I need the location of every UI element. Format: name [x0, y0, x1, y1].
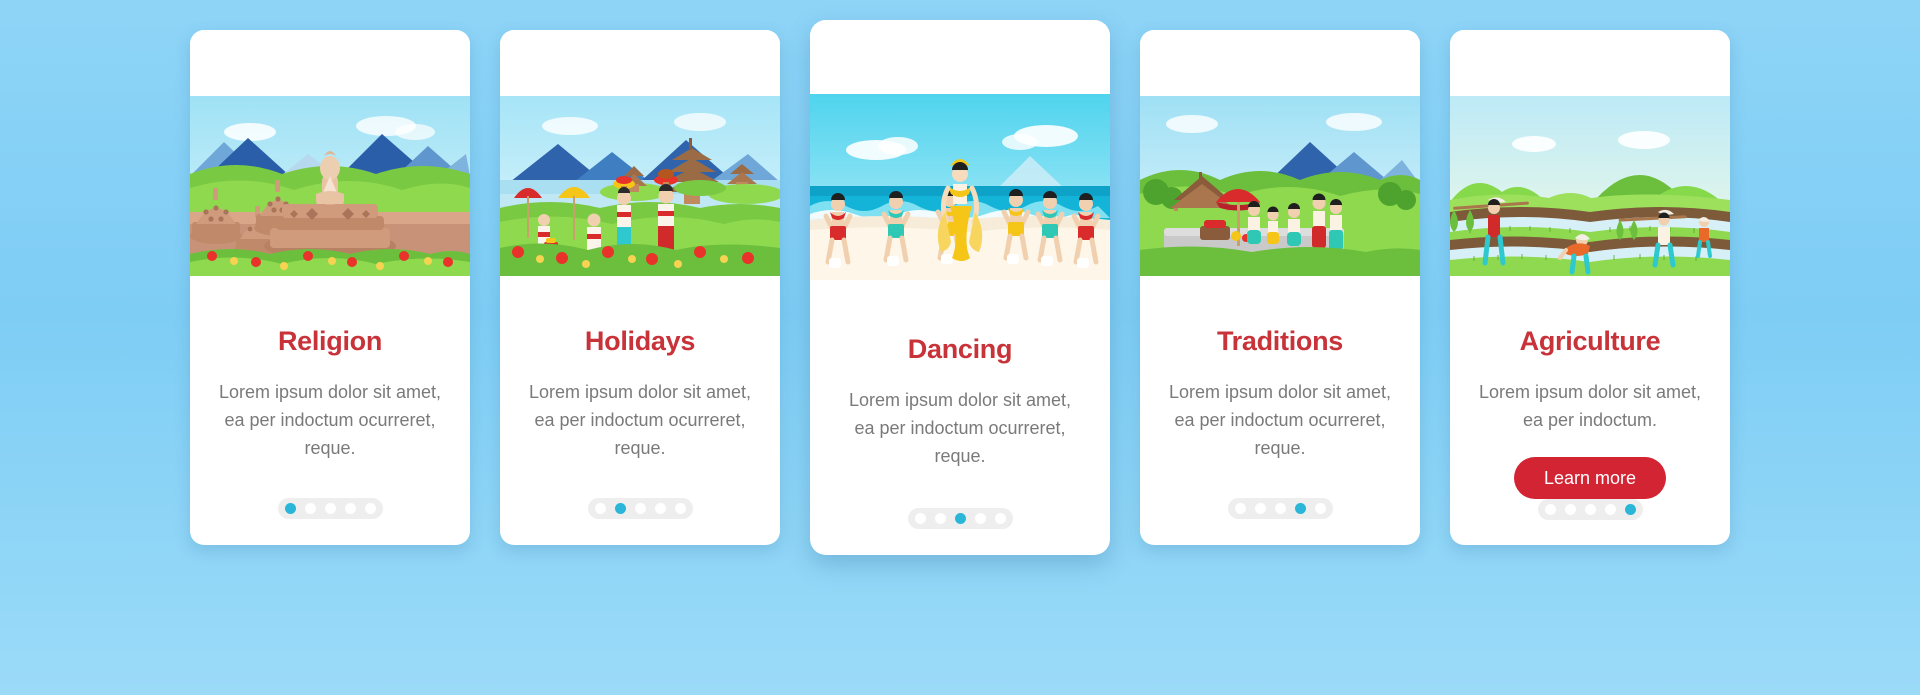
card-body: Dancing Lorem ipsum dolor sit amet, ea p…	[810, 280, 1110, 508]
onboarding-card-traditions[interactable]: Traditions Lorem ipsum dolor sit amet, e…	[1140, 30, 1420, 545]
pager-container	[810, 508, 1110, 529]
pager-dot[interactable]	[324, 503, 336, 514]
pager-dot[interactable]	[1274, 503, 1286, 514]
pager-dot[interactable]	[284, 503, 296, 514]
pagination-dots[interactable]	[587, 498, 693, 519]
pagination-dots[interactable]	[1537, 498, 1643, 520]
illustration-beach-kecak-dancers	[810, 94, 1110, 280]
card-status-bar	[810, 20, 1110, 94]
card-title: Traditions	[1216, 326, 1343, 356]
pager-dot[interactable]	[1234, 503, 1246, 514]
card-body: Agriculture Lorem ipsum dolor sit amet, …	[1450, 276, 1730, 499]
card-title: Religion	[277, 326, 383, 356]
pager-dot[interactable]	[1294, 503, 1306, 514]
pager-container	[1140, 498, 1420, 519]
pager-dot[interactable]	[1604, 503, 1616, 515]
illustration-village-ceremony-pavilion	[1140, 96, 1420, 276]
pager-dot[interactable]	[344, 503, 356, 514]
card-status-bar	[190, 30, 470, 96]
card-carousel: Religion Lorem ipsum dolor sit amet, ea …	[0, 0, 1920, 695]
pager-dot[interactable]	[614, 503, 626, 514]
pager-dot[interactable]	[914, 513, 926, 524]
pager-dot[interactable]	[304, 503, 316, 514]
pagination-dots[interactable]	[277, 498, 383, 519]
pager-dot[interactable]	[654, 503, 666, 514]
pager-container	[1450, 498, 1730, 520]
card-body: Holidays Lorem ipsum dolor sit amet, ea …	[500, 276, 780, 498]
pager-dot[interactable]	[1624, 503, 1636, 515]
pager-dot[interactable]	[364, 503, 376, 514]
pager-dot[interactable]	[1544, 503, 1556, 515]
card-title: Agriculture	[1519, 326, 1661, 356]
onboarding-card-agriculture[interactable]: Agriculture Lorem ipsum dolor sit amet, …	[1450, 30, 1730, 545]
pager-dot[interactable]	[594, 503, 606, 514]
onboarding-card-religion[interactable]: Religion Lorem ipsum dolor sit amet, ea …	[190, 30, 470, 545]
pager-dot[interactable]	[1314, 503, 1326, 514]
pager-dot[interactable]	[994, 513, 1006, 524]
illustration-balinese-procession-lake-temple	[500, 96, 780, 276]
illustration-borobudur-temple-buddha-stupas	[190, 96, 470, 276]
pager-container	[190, 498, 470, 519]
onboarding-screens-stage: Religion Lorem ipsum dolor sit amet, ea …	[0, 0, 1920, 695]
pager-dot[interactable]	[974, 513, 986, 524]
learn-more-button[interactable]: Learn more	[1513, 456, 1667, 499]
pagination-dots[interactable]	[1227, 498, 1333, 519]
card-title: Holidays	[584, 326, 696, 356]
card-description: Lorem ipsum dolor sit amet, ea per indoc…	[1168, 382, 1392, 458]
pager-dot[interactable]	[934, 513, 946, 524]
pager-dot[interactable]	[1254, 503, 1266, 514]
pager-dot[interactable]	[1564, 503, 1576, 515]
card-description: Lorem ipsum dolor sit amet, ea per indoc…	[1478, 382, 1702, 430]
pagination-dots[interactable]	[907, 508, 1013, 529]
onboarding-card-holidays[interactable]: Holidays Lorem ipsum dolor sit amet, ea …	[500, 30, 780, 545]
pager-container	[500, 498, 780, 519]
pager-dot[interactable]	[674, 503, 686, 514]
pager-dot[interactable]	[1584, 503, 1596, 515]
card-description: Lorem ipsum dolor sit amet, ea per indoc…	[218, 382, 442, 458]
card-description: Lorem ipsum dolor sit amet, ea per indoc…	[528, 382, 752, 458]
card-description: Lorem ipsum dolor sit amet, ea per indoc…	[848, 390, 1072, 466]
card-status-bar	[1450, 30, 1730, 96]
card-status-bar	[500, 30, 780, 96]
illustration-rice-terrace-farmers	[1450, 96, 1730, 276]
card-status-bar	[1140, 30, 1420, 96]
pager-dot[interactable]	[634, 503, 646, 514]
onboarding-card-dancing[interactable]: Dancing Lorem ipsum dolor sit amet, ea p…	[810, 20, 1110, 555]
pager-dot[interactable]	[954, 513, 966, 524]
card-body: Religion Lorem ipsum dolor sit amet, ea …	[190, 276, 470, 498]
card-title: Dancing	[907, 334, 1013, 364]
card-body: Traditions Lorem ipsum dolor sit amet, e…	[1140, 276, 1420, 498]
